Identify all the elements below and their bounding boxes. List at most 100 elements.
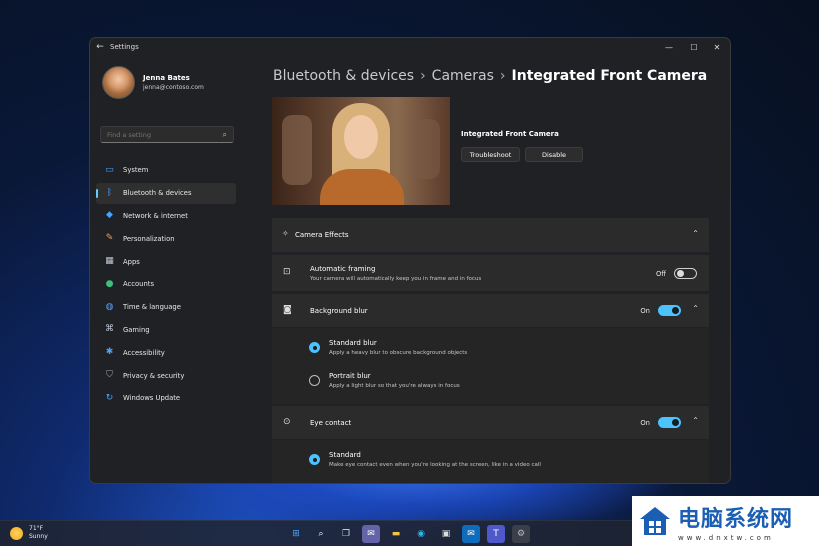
sidebar-nav: ▭ System ᛒ Bluetooth & devices ◆ Network & in… [96, 160, 236, 411]
sidebar-item-gaming[interactable]: ⌘ Gaming [96, 320, 236, 341]
apps-icon: ▦ [105, 256, 114, 267]
troubleshoot-button[interactable]: Troubleshoot [461, 147, 520, 162]
sidebar-item-personalization[interactable]: ✎ Personalization [96, 228, 236, 249]
globe-icon: ◍ [105, 301, 114, 312]
background-blur-title: Background blur [310, 307, 368, 315]
sidebar-item-apps[interactable]: ▦ Apps [96, 251, 236, 272]
watermark-text: 电脑系统网 [678, 506, 794, 532]
breadcrumb-separator: › [499, 68, 506, 84]
taskbar-teams-chat-icon[interactable]: ✉ [362, 525, 380, 543]
house-logo-icon [638, 505, 672, 537]
taskbar-outlook-icon[interactable]: ✉ [462, 525, 480, 543]
taskbar-apps: ⊞ ⌕ ❐ ✉ ▬ ◉ ▣ ✉ T ⚙ [287, 525, 537, 543]
effects-icon: ✧ [282, 229, 289, 238]
close-button[interactable]: ✕ [706, 38, 728, 56]
sidebar-item-bluetooth-devices[interactable]: ᛒ Bluetooth & devices [96, 182, 236, 204]
portrait-blur-radio[interactable] [309, 375, 320, 386]
sidebar-item-label: Apps [123, 257, 140, 266]
eye-contact-row[interactable]: ⊙ Eye contact On ⌃ [272, 406, 709, 439]
sidebar-item-label: Bluetooth & devices [123, 189, 192, 198]
taskbar-teams-icon[interactable]: T [487, 525, 505, 543]
accessibility-icon: ✱ [105, 347, 114, 358]
search-icon[interactable]: ⌕ [223, 130, 227, 140]
user-profile[interactable]: Jenna Bates jenna@contoso.com [102, 66, 204, 99]
taskbar-file-explorer-icon[interactable]: ▬ [387, 525, 405, 543]
eye-contact-toggle[interactable] [658, 417, 681, 428]
eye-contact-title: Eye contact [310, 419, 352, 427]
minimize-button[interactable]: — [658, 38, 680, 56]
breadcrumb-cameras[interactable]: Cameras [432, 68, 494, 84]
automatic-framing-desc: Your camera will automatically keep you … [310, 276, 482, 282]
user-name: Jenna Bates [143, 74, 190, 82]
standard-blur-radio[interactable] [309, 342, 320, 353]
eye-contact-state: On [640, 418, 650, 427]
weather-widget[interactable]: 71°F Sunny [10, 525, 48, 541]
sidebar-item-network-internet[interactable]: ◆ Network & internet [96, 206, 236, 227]
disable-button[interactable]: Disable [525, 147, 583, 162]
sidebar-item-label: Accounts [123, 280, 154, 289]
taskbar-edge-icon[interactable]: ◉ [412, 525, 430, 543]
sidebar-item-windows-update[interactable]: ↻ Windows Update [96, 388, 236, 409]
watermark-url: www.dnxtw.com [678, 533, 774, 542]
background-blur-row[interactable]: ◙ Background blur On ⌃ [272, 294, 709, 327]
standard-blur-desc: Apply a heavy blur to obscure background… [329, 350, 468, 356]
chevron-up-icon[interactable]: ⌃ [692, 416, 699, 425]
eye-contact-icon: ⊙ [283, 417, 291, 427]
camera-effects-title: Camera Effects [295, 231, 349, 239]
breadcrumb: Bluetooth & devices › Cameras › Integrated F… [273, 68, 707, 84]
sidebar-item-label: Time & language [123, 303, 181, 312]
sidebar-item-label: Network & internet [123, 211, 188, 220]
update-icon: ↻ [105, 392, 114, 403]
taskbar-settings-icon[interactable]: ⚙ [512, 525, 530, 543]
watermark: 电脑系统网 www.dnxtw.com [632, 496, 819, 546]
taskbar-start-icon[interactable]: ⊞ [287, 525, 305, 543]
page-title: Integrated Front Camera [511, 68, 708, 84]
automatic-framing-state: Off [655, 269, 666, 278]
camera-preview [272, 97, 450, 205]
background-blur-options: Standard blur Apply a heavy blur to obsc… [272, 328, 709, 404]
eye-contact-standard-desc: Make eye contact even when you're lookin… [329, 462, 541, 468]
eye-contact-standard-title: Standard [329, 451, 361, 459]
taskbar-task-view-icon[interactable]: ❐ [337, 525, 355, 543]
taskbar-search-icon[interactable]: ⌕ [312, 525, 330, 543]
sidebar-item-system[interactable]: ▭ System [96, 160, 236, 181]
accounts-icon: ● [105, 278, 114, 289]
chevron-up-icon[interactable]: ⌃ [692, 304, 699, 313]
shield-icon: ⛉ [106, 370, 113, 381]
sidebar-item-privacy-security[interactable]: ⛉ Privacy & security [96, 365, 236, 386]
search-input[interactable] [107, 130, 223, 139]
sidebar-item-label: Privacy & security [123, 371, 185, 380]
background-blur-toggle[interactable] [658, 305, 681, 316]
maximize-button[interactable]: ☐ [683, 38, 705, 56]
back-arrow-icon[interactable]: ← [90, 42, 110, 52]
camera-name: Integrated Front Camera [461, 130, 559, 138]
settings-window: ← Settings — ☐ ✕ Jenna Bates jenna@conto… [89, 37, 731, 484]
camera-effects-header[interactable]: ✧ Camera Effects ⌃ [272, 218, 709, 252]
sidebar-item-label: Gaming [123, 325, 150, 334]
sun-icon [10, 526, 23, 540]
sidebar: Jenna Bates jenna@contoso.com ⌕ ▭ System ᛒ… [90, 56, 242, 483]
search-box[interactable]: ⌕ [100, 126, 234, 143]
title-bar: ← Settings — ☐ ✕ [90, 38, 730, 56]
sidebar-item-accounts[interactable]: ● Accounts [96, 274, 236, 295]
framing-icon: ⊡ [283, 267, 291, 277]
window-title: Settings [110, 43, 139, 51]
portrait-blur-title: Portrait blur [329, 372, 371, 380]
brush-icon: ✎ [105, 233, 114, 244]
automatic-framing-title: Automatic framing [310, 265, 376, 273]
user-email: jenna@contoso.com [143, 84, 204, 91]
sidebar-item-label: System [123, 166, 149, 175]
gamepad-icon: ⌘ [105, 324, 114, 335]
automatic-framing-toggle[interactable] [674, 268, 697, 279]
breadcrumb-separator: › [420, 68, 426, 84]
background-blur-icon: ◙ [283, 305, 292, 315]
sidebar-item-accessibility[interactable]: ✱ Accessibility [96, 342, 236, 363]
breadcrumb-bluetooth[interactable]: Bluetooth & devices [273, 68, 414, 84]
sidebar-item-label: Personalization [123, 234, 175, 243]
sidebar-item-time-language[interactable]: ◍ Time & language [96, 297, 236, 318]
taskbar-store-icon[interactable]: ▣ [437, 525, 455, 543]
avatar [102, 66, 135, 99]
chevron-up-icon[interactable]: ⌃ [692, 229, 699, 238]
sidebar-item-label: Windows Update [123, 394, 181, 403]
eye-contact-standard-radio[interactable] [309, 454, 320, 465]
